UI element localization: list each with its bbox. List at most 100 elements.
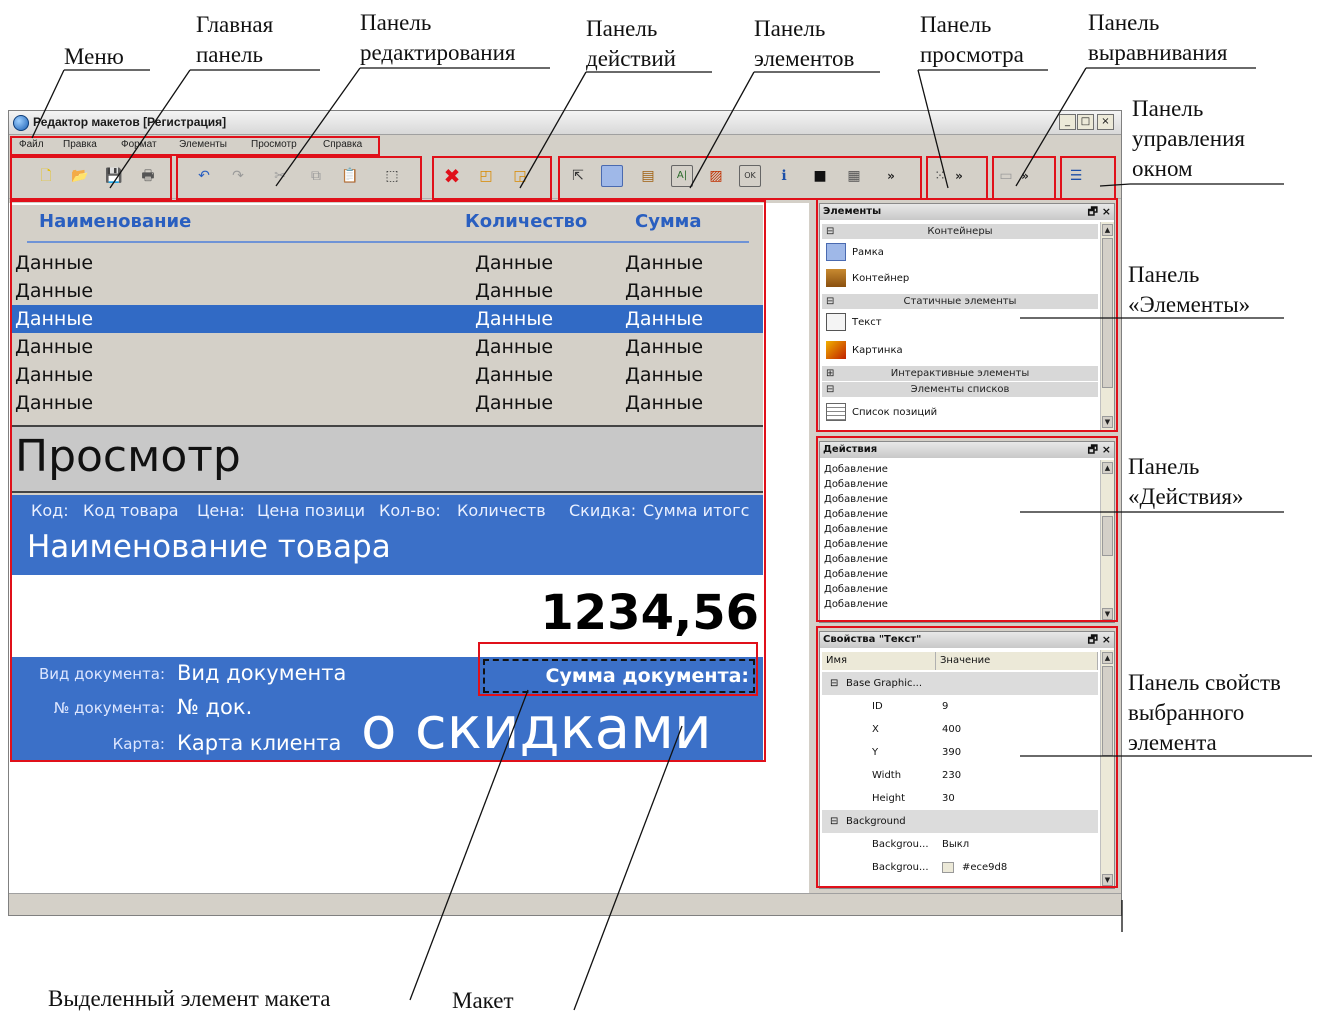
bring-front-icon[interactable]: ◰ xyxy=(475,165,497,187)
action-item[interactable]: Добавление xyxy=(824,479,888,490)
pointer-icon[interactable]: ⇱ xyxy=(567,165,589,187)
align-more-button[interactable]: » xyxy=(1019,165,1031,187)
group-containers[interactable]: ⊟ Контейнеры xyxy=(822,224,1098,239)
action-item[interactable]: Добавление xyxy=(824,539,888,550)
action-item[interactable]: Добавление xyxy=(824,569,888,580)
select-all-icon[interactable]: ⬚ xyxy=(381,165,403,187)
table-row[interactable]: Данные Данные Данные xyxy=(11,333,763,361)
grid-icon[interactable]: ⁙ xyxy=(929,165,951,187)
text-icon[interactable]: A| xyxy=(671,165,693,187)
price-label: Цена: xyxy=(197,501,245,520)
action-item[interactable]: Добавление xyxy=(824,524,888,535)
prop-row-bg-color[interactable]: Backgrou... #ece9d8 xyxy=(822,856,1098,879)
prop-row-id[interactable]: ID 9 xyxy=(822,695,1098,718)
menu-format[interactable]: Формат xyxy=(121,139,157,150)
properties-panel-title[interactable]: Свойства "Текст" 🗗 × xyxy=(820,632,1114,648)
frame-icon[interactable] xyxy=(601,165,623,187)
elements-more-button[interactable]: » xyxy=(885,165,897,187)
prop-row-width[interactable]: Width 230 xyxy=(822,764,1098,787)
align-icon[interactable]: ▭ xyxy=(995,165,1017,187)
element-text[interactable]: Текст xyxy=(826,312,882,334)
col-header-qty[interactable]: Количество xyxy=(465,211,587,232)
item-info-block[interactable]: Код: Код товара Цена: Цена позици Кол-во… xyxy=(11,495,763,575)
open-icon[interactable]: 📂 xyxy=(69,165,91,187)
document-block[interactable]: Вид документа: Вид документа № документа… xyxy=(11,657,763,761)
list-icon[interactable]: ▦ xyxy=(843,165,865,187)
col-name-header[interactable]: Имя xyxy=(822,652,936,670)
table-row[interactable]: Данные Данные Данные xyxy=(11,277,763,305)
new-file-icon[interactable]: 🗋 xyxy=(35,165,57,187)
black-box-icon[interactable]: ■ xyxy=(809,165,831,187)
cut-icon[interactable]: ✂ xyxy=(269,165,291,187)
discount-label: Скидка: xyxy=(569,501,637,520)
group-lists[interactable]: ⊟ Элементы списков xyxy=(822,382,1098,397)
cell-sum: Данные xyxy=(625,280,704,302)
actions-panel-title[interactable]: Действия 🗗 × xyxy=(820,442,1114,458)
close-button[interactable]: × xyxy=(1097,114,1114,130)
delete-icon[interactable]: ✖ xyxy=(441,165,463,187)
menu-file[interactable]: Файл xyxy=(19,139,44,150)
action-item[interactable]: Добавление xyxy=(824,494,888,505)
picture-icon[interactable]: ▨ xyxy=(705,165,727,187)
save-icon[interactable]: 💾 xyxy=(103,165,125,187)
table-row[interactable]: Данные Данные Данные xyxy=(11,249,763,277)
annotation-actions-dock: Панель «Действия» xyxy=(1128,454,1244,509)
selected-element-document-total[interactable]: Сумма документа: xyxy=(483,659,755,693)
print-icon[interactable]: 🖶 xyxy=(137,165,159,187)
col-value-header[interactable]: Значение xyxy=(936,652,1098,670)
properties-scrollbar[interactable]: ▲ ▼ xyxy=(1100,650,1114,888)
action-item[interactable]: Добавление xyxy=(824,554,888,565)
list-icon xyxy=(826,403,846,421)
maximize-button[interactable]: □ xyxy=(1077,114,1094,130)
group-interactive[interactable]: ⊞ Интерактивные элементы xyxy=(822,366,1098,381)
panel-buttons[interactable]: 🗗 × xyxy=(1088,442,1111,458)
view-more-button[interactable]: » xyxy=(953,165,965,187)
send-back-icon[interactable]: ◲ xyxy=(509,165,531,187)
prop-row-bg-enabled[interactable]: Backgrou... Выкл xyxy=(822,833,1098,856)
button-icon[interactable]: OK xyxy=(739,165,761,187)
table-row-selected[interactable]: Данные Данные Данные xyxy=(11,305,763,333)
prop-group-background[interactable]: ⊟ Background xyxy=(822,810,1098,833)
col-header-sum[interactable]: Сумма xyxy=(635,211,702,232)
layout-canvas[interactable]: Наименование Количество Сумма Данные Дан… xyxy=(9,203,809,893)
table-row[interactable]: Данные Данные Данные xyxy=(11,389,763,417)
prop-row-height[interactable]: Height 30 xyxy=(822,787,1098,810)
minimize-button[interactable]: _ xyxy=(1059,114,1076,130)
menu-help[interactable]: Справка xyxy=(323,139,362,150)
prop-row-y[interactable]: Y 390 xyxy=(822,741,1098,764)
paste-icon[interactable]: 📋 xyxy=(339,165,361,187)
title-bar[interactable]: Редактор макетов [Регистрация] _ □ × xyxy=(9,111,1121,135)
action-item[interactable]: Добавление xyxy=(824,599,888,610)
window-icon[interactable]: ☰ xyxy=(1065,165,1087,187)
copy-icon[interactable]: ⧉ xyxy=(305,165,327,187)
undo-icon[interactable]: ↶ xyxy=(193,165,215,187)
container-icon[interactable]: ▤ xyxy=(637,165,659,187)
action-item[interactable]: Добавление xyxy=(824,509,888,520)
action-item[interactable]: Добавление xyxy=(824,464,888,475)
elements-panel-title[interactable]: Элементы 🗗 × xyxy=(820,204,1114,220)
layout[interactable]: Наименование Количество Сумма Данные Дан… xyxy=(11,205,763,761)
cell-sum: Данные xyxy=(625,364,704,386)
group-static[interactable]: ⊟ Статичные элементы xyxy=(822,294,1098,309)
element-position-list[interactable]: Список позиций xyxy=(826,402,937,424)
element-container[interactable]: Контейнер xyxy=(826,268,909,290)
price-block[interactable]: 1234,56 xyxy=(11,575,763,657)
element-frame[interactable]: Рамка xyxy=(826,242,884,264)
menu-edit[interactable]: Правка xyxy=(63,139,97,150)
info-icon[interactable]: ℹ xyxy=(773,165,795,187)
menu-view[interactable]: Просмотр xyxy=(251,139,297,150)
elements-scrollbar[interactable]: ▲ ▼ xyxy=(1100,222,1114,430)
prop-group-base[interactable]: ⊟ Base Graphic... xyxy=(822,672,1098,695)
panel-buttons[interactable]: 🗗 × xyxy=(1088,632,1111,648)
action-item[interactable]: Добавление xyxy=(824,584,888,595)
annotation-props-dock: Панель свойств выбранного элемента xyxy=(1128,670,1281,755)
preview-banner[interactable]: Просмотр xyxy=(11,425,763,493)
col-header-name[interactable]: Наименование xyxy=(39,211,191,232)
panel-buttons[interactable]: 🗗 × xyxy=(1088,204,1111,220)
actions-scrollbar[interactable]: ▲ ▼ xyxy=(1100,460,1114,622)
element-picture[interactable]: Картинка xyxy=(826,340,903,362)
menu-elements[interactable]: Элементы xyxy=(179,139,227,150)
redo-icon[interactable]: ↷ xyxy=(227,165,249,187)
prop-row-x[interactable]: X 400 xyxy=(822,718,1098,741)
table-row[interactable]: Данные Данные Данные xyxy=(11,361,763,389)
